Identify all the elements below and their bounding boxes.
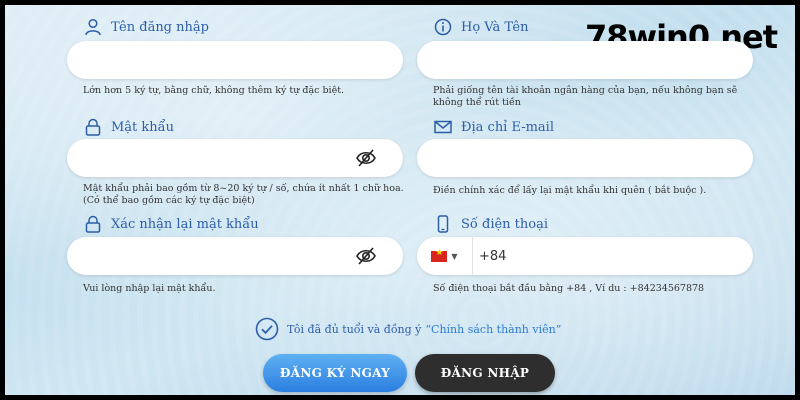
vietnam-flag-icon	[431, 248, 448, 262]
username-hint: Lớn hơn 5 ký tự, bằng chữ, không thêm ký…	[83, 85, 345, 96]
confirm-password-label-row: Xác nhận lại mật khẩu	[83, 214, 259, 234]
phone-country-code: +84	[479, 248, 507, 264]
member-policy-link[interactable]: “Chính sách thành viên”	[425, 323, 561, 336]
agreement-text: Tôi đã đủ tuổi và đồng ý	[287, 322, 422, 336]
lock-icon	[83, 214, 103, 234]
eye-slash-icon[interactable]	[355, 147, 377, 169]
confirm-password-hint: Vui lòng nhập lại mật khẩu.	[83, 283, 216, 294]
phone-label-row: Số điện thoại	[433, 214, 548, 234]
agreement-row: Tôi đã đủ tuổi và đồng ý “Chính sách thà…	[255, 316, 561, 342]
check-circle-icon[interactable]	[255, 317, 279, 341]
password-label: Mật khẩu	[111, 119, 175, 135]
password-hint: Mật khẩu phải bao gồm từ 8~20 ký tự / số…	[83, 183, 404, 206]
eye-slash-icon[interactable]	[355, 245, 377, 267]
fullname-label: Họ Và Tên	[461, 19, 529, 35]
password-input[interactable]	[67, 139, 403, 177]
phone-icon	[433, 214, 453, 234]
chevron-down-icon: ▼	[451, 251, 458, 261]
lock-icon	[83, 117, 103, 137]
confirm-password-label: Xác nhận lại mật khẩu	[111, 216, 259, 232]
phone-input-wrapper: ▼ +84	[417, 237, 753, 275]
email-hint: Điền chính xác để lấy lại mật khẩu khi q…	[433, 185, 707, 196]
username-label-row: Tên đăng nhập	[83, 17, 209, 37]
username-label: Tên đăng nhập	[111, 19, 209, 35]
confirm-password-input[interactable]	[67, 237, 403, 275]
phone-label: Số điện thoại	[461, 216, 549, 232]
password-label-row: Mật khẩu	[83, 117, 174, 137]
envelope-icon	[433, 117, 453, 137]
email-input[interactable]	[417, 139, 753, 177]
country-selector[interactable]: ▼	[417, 237, 473, 275]
phone-hint: Số điện thoại bắt đầu bằng +84 , Ví du :…	[433, 283, 705, 294]
register-button[interactable]: ĐĂNG KÝ NGAY	[263, 354, 407, 392]
login-button[interactable]: ĐĂNG NHẬP	[415, 354, 555, 392]
username-input[interactable]	[67, 41, 403, 79]
fullname-label-row: Họ Và Tên	[433, 17, 528, 37]
fullname-input[interactable]	[417, 41, 753, 79]
registration-page: 78win0.net CHIẾN THẮNG LÀ VÔ HẠN Tên đăn…	[0, 0, 800, 400]
info-icon	[433, 17, 453, 37]
email-label-row: Địa chỉ E-mail	[433, 117, 554, 137]
email-label: Địa chỉ E-mail	[461, 119, 554, 135]
fullname-hint: Phải giống tên tài khoản ngân hàng của b…	[433, 85, 738, 108]
user-icon	[83, 17, 103, 37]
